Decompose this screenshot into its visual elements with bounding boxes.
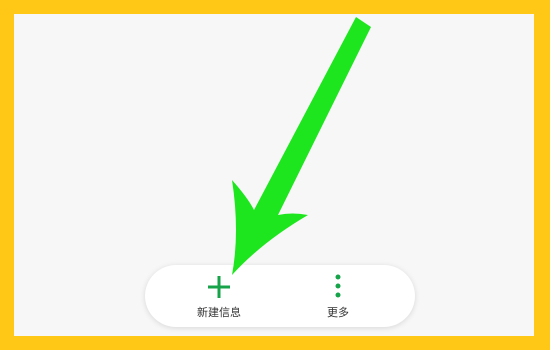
- more-button[interactable]: 更多: [288, 265, 388, 327]
- new-message-label: 新建信息: [197, 306, 241, 319]
- yellow-frame: 新建信息 更多: [0, 0, 550, 350]
- bottom-action-bar: 新建信息 更多: [145, 265, 415, 327]
- new-message-button[interactable]: 新建信息: [169, 265, 269, 327]
- plus-icon: [169, 271, 269, 303]
- more-label: 更多: [327, 306, 349, 319]
- more-vertical-icon: [288, 271, 388, 303]
